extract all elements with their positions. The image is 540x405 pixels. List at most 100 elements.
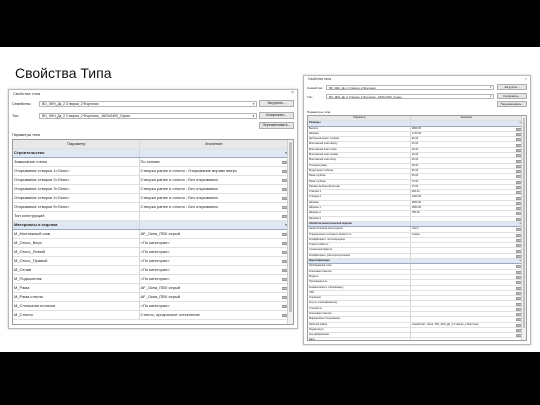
table-row[interactable]: Ширина 3 [308,216,522,222]
table-row[interactable]: Открывание створки 1<Окно> Створка ранее … [13,167,288,176]
param-value-cell[interactable]: 60.00 [411,174,522,179]
table-row[interactable]: М_Отлив <По категории> [13,266,288,275]
param-value-cell[interactable]: 20.00 [411,147,522,153]
param-name-cell: М_Монтажный шов [13,230,140,238]
param-value-cell[interactable] [411,248,522,253]
table-row[interactable]: Коэффициент (светопропускание) [308,253,522,260]
family-select[interactable]: ВО_ЭКН_Дк_2 Створки_2 Фортонки ▼ [39,101,257,107]
param-value-cell[interactable] [411,311,522,317]
table-row[interactable]: М_Рама стекла AF_Окна_ПВХ серый [13,293,288,302]
param-value-cell[interactable]: 1740.00 [411,131,522,137]
rename-button[interactable]: Переименовать... [497,101,527,107]
table-row[interactable]: М_Подоконник <По категории> [13,275,288,284]
param-value-cell[interactable] [411,285,522,290]
param-value-cell[interactable]: Створка ранее и стекло : Без открывания [140,176,288,184]
param-value-cell[interactable] [411,327,522,333]
param-value-cell[interactable] [411,264,522,269]
param-value-cell[interactable] [411,253,522,259]
param-value-cell[interactable] [411,243,522,248]
vertical-scrollbar[interactable] [521,116,526,340]
param-value-cell[interactable]: 1400.00 [411,195,522,200]
type-select[interactable]: ВО_ЭКН_Дк_2 Створки_2 Фортонки _1820х240… [39,113,257,119]
param-value-cell[interactable]: <По категории> [140,239,288,247]
table-row[interactable]: М_Рама AF_Окна_ПВХ серый [13,284,288,293]
param-value-cell[interactable]: AF_Окна_ПВХ серый [140,293,288,301]
param-value-cell[interactable]: Схема [411,232,522,237]
table-row[interactable]: Замыкание стены По основе [13,158,288,167]
param-name-cell: Монтажный шов слева [308,147,411,153]
param-value-cell[interactable] [411,290,522,296]
param-value-cell[interactable]: Семейство : Окна : ВО_ЭКН_Дк_2 Створки_2… [411,322,522,327]
duplicate-button[interactable]: Копировать... [497,93,527,99]
param-value-cell[interactable]: 70.00 [411,179,522,184]
param-name-cell: М_Рама стекла [13,293,140,301]
table-row[interactable]: Открывание створки 3<Окно> Створка ранее … [13,185,288,194]
param-value-cell[interactable]: По основе [140,158,288,166]
param-value-cell[interactable]: 1800.00 [411,206,522,211]
table-row[interactable]: М_Откос_Верх <По категории> [13,239,288,248]
table-row[interactable]: Открывание створки 2<Окно> Створка ранее … [13,176,288,185]
table-row[interactable]: Открывание створки 4<Окно> Створка ранее … [13,194,288,203]
param-value-cell[interactable] [411,338,522,340]
param-value-cell[interactable]: Стекло, прозрачное остекление [140,311,288,319]
param-value-cell[interactable] [411,216,522,221]
parameters-table: Параметр Значение Строительство» Замыкание … [12,139,294,325]
param-value-cell[interactable]: 1800.00 [411,126,522,131]
param-value-cell[interactable]: 60.00 [411,163,522,168]
table-row[interactable]: М_Откос_Левый <По категории> [13,248,288,257]
param-value-cell[interactable]: AF_Окна_ПВХ серый [140,230,288,238]
param-value-cell[interactable]: 20.00 [411,158,522,163]
param-value-cell[interactable]: <Нет> [411,227,522,232]
param-value-cell[interactable] [411,296,522,301]
param-value-cell[interactable]: Створка ранее и стекло : Открывание впра… [140,167,288,175]
param-value-cell[interactable]: <По категории> [140,302,288,310]
param-value-cell[interactable] [411,274,522,280]
close-icon[interactable]: × [291,90,294,96]
param-value-cell[interactable] [140,212,288,220]
param-value-cell[interactable]: <По категории> [140,257,288,265]
param-value-cell[interactable] [411,317,522,322]
load-button[interactable]: Загрузить... [497,84,527,90]
param-value-cell[interactable]: 50.00 [411,168,522,174]
param-value-cell[interactable]: 300.00 [411,190,522,195]
param-value-cell[interactable]: 1800.00 [411,200,522,206]
close-icon[interactable]: × [525,76,527,82]
table-row[interactable]: Дата [308,338,522,340]
param-name-cell: М_Стекло [13,311,140,319]
scrollbar-thumb[interactable] [289,142,292,312]
param-value-cell[interactable]: <По категории> [140,266,288,274]
left-type-properties-window: Свойства типа × Семейство: ВО_ЭКН_Дк_2 С… [8,89,298,329]
param-value-cell[interactable] [411,237,522,243]
type-select[interactable]: ВО_ЭКН_Дк_2 Створки_2 Фортонки _1820х240… [326,94,494,99]
param-name-cell: Рама глубина [308,179,411,184]
table-row[interactable]: Тип конструкций [13,212,288,221]
param-value-cell[interactable]: <По категории> [140,248,288,256]
table-row[interactable]: М_Стекло Стекло, прозрачное остекление [13,311,288,320]
duplicate-button[interactable]: Копировать... [259,112,294,119]
scrollbar-thumb[interactable] [523,118,525,328]
param-value-cell[interactable]: Створка ранее и стекло : Без открывания [140,185,288,193]
param-value-cell[interactable]: 20.00 [411,153,522,158]
param-value-cell[interactable]: <По категории> [140,275,288,283]
param-value-cell[interactable]: AF_Окна_ПВХ серый [140,284,288,292]
param-value-cell[interactable] [411,269,522,274]
table-row[interactable]: М_Монтажный шов AF_Окна_ПВХ серый [13,230,288,239]
param-value-cell[interactable]: 70.00 [411,184,522,190]
table-row[interactable]: М_Сплошная полоска <По категории> [13,302,288,311]
family-select[interactable]: ВО_ЭКН_Дк_2 Створки_2 Фортонки ▼ [326,85,494,90]
vertical-scrollbar[interactable] [287,140,293,324]
param-value-cell[interactable] [411,333,522,338]
param-value-cell[interactable] [411,301,522,306]
table-row[interactable]: Открывание створки 5<Окно> Створка ранее … [13,203,288,212]
table-row[interactable]: М_Откос_Правый <По категории> [13,257,288,266]
rename-button[interactable]: Переименовать... [259,122,294,129]
param-value-cell[interactable] [411,306,522,311]
param-value-cell: » [410,121,522,126]
param-value-cell[interactable] [411,280,522,285]
param-value-cell[interactable]: 780.00 [411,211,522,216]
load-button[interactable]: Загрузить... [259,100,294,107]
param-value-cell[interactable]: 60.00 [411,137,522,142]
param-value-cell[interactable]: 20.00 [411,142,522,147]
param-value-cell[interactable]: Створка ранее и стекло : Без открывания [140,203,288,211]
param-value-cell[interactable]: Створка ранее и стекло : Без открывания [140,194,288,202]
